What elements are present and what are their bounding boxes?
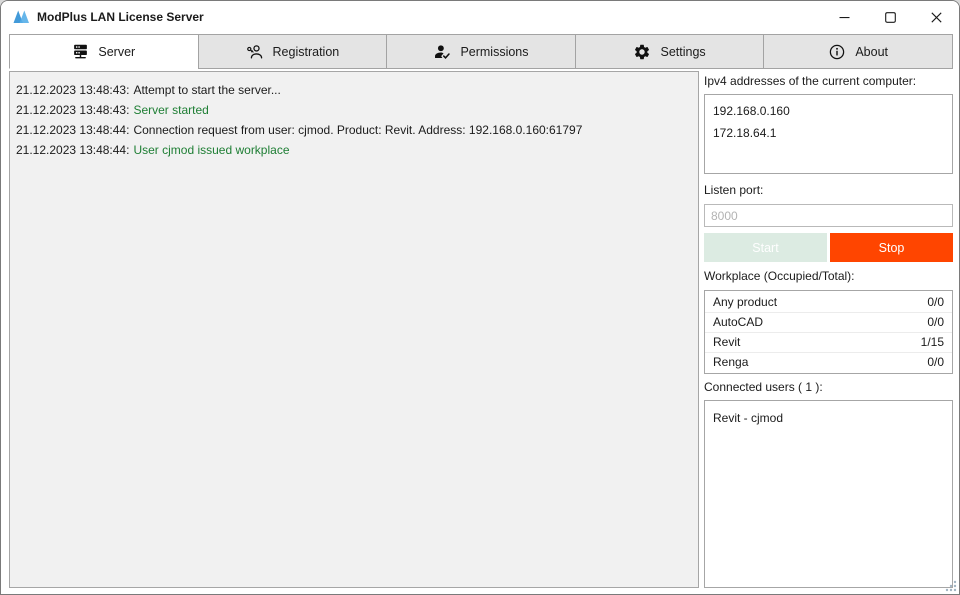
window-title: ModPlus LAN License Server <box>37 10 204 24</box>
minimize-button[interactable] <box>821 1 867 33</box>
listen-port-label: Listen port: <box>704 183 953 197</box>
ipv4-list[interactable]: 192.168.0.160 172.18.64.1 <box>704 94 953 174</box>
connected-users-label: Connected users ( 1 ): <box>704 380 953 394</box>
log-message: Server started <box>133 103 208 117</box>
server-log[interactable]: 21.12.2023 13:48:43: Attempt to start the… <box>9 71 699 588</box>
minimize-icon <box>839 12 850 23</box>
workplace-count: 0/0 <box>927 353 944 372</box>
maximize-button[interactable] <box>867 1 913 33</box>
tab-bar: Server Registration Permissions Settin <box>9 34 953 69</box>
start-button[interactable]: Start <box>704 233 827 262</box>
log-entry: 21.12.2023 13:48:43: Attempt to start the… <box>16 80 692 100</box>
log-timestamp: 21.12.2023 13:48:43: <box>16 83 129 97</box>
ipv4-address-item[interactable]: 172.18.64.1 <box>713 122 944 144</box>
tab-about-label: About <box>855 45 888 59</box>
tab-registration-label: Registration <box>273 45 340 59</box>
stop-button[interactable]: Stop <box>830 233 953 262</box>
gear-icon <box>633 43 651 61</box>
listen-port-input[interactable] <box>704 204 953 227</box>
workplace-product: Renga <box>713 353 748 372</box>
title-bar: ModPlus LAN License Server <box>1 1 959 33</box>
key-person-icon <box>246 43 264 61</box>
ipv4-label: Ipv4 addresses of the current computer: <box>704 74 953 88</box>
log-entry: 21.12.2023 13:48:44: User cjmod issued wo… <box>16 140 692 160</box>
tab-about[interactable]: About <box>763 34 953 69</box>
maximize-icon <box>885 12 896 23</box>
log-timestamp: 21.12.2023 13:48:43: <box>16 103 129 117</box>
workplace-row[interactable]: Any product 0/0 <box>705 293 952 313</box>
info-icon <box>828 43 846 61</box>
close-button[interactable] <box>913 1 959 33</box>
log-timestamp: 21.12.2023 13:48:44: <box>16 123 129 137</box>
modplus-logo-icon <box>13 9 30 24</box>
log-entry: 21.12.2023 13:48:44: Connection request f… <box>16 120 692 140</box>
workplace-count: 0/0 <box>927 313 944 332</box>
tab-settings[interactable]: Settings <box>575 34 765 69</box>
person-check-icon <box>433 43 451 61</box>
connected-user-item[interactable]: Revit - cjmod <box>713 408 944 428</box>
log-entry: 21.12.2023 13:48:43: Server started <box>16 100 692 120</box>
log-message: Connection request from user: cjmod. Pro… <box>133 123 582 137</box>
workplace-product: AutoCAD <box>713 313 763 332</box>
workplace-label: Workplace (Occupied/Total): <box>704 269 953 283</box>
tab-permissions-label: Permissions <box>460 45 528 59</box>
connected-users-list[interactable]: Revit - cjmod <box>704 400 953 588</box>
server-control-buttons: Start Stop <box>704 233 953 262</box>
workplace-table[interactable]: Any product 0/0 AutoCAD 0/0 Revit 1/15 R… <box>704 290 953 374</box>
app-window: ModPlus LAN License Server <box>0 0 960 595</box>
workplace-product: Any product <box>713 293 777 312</box>
tab-server-label: Server <box>98 45 135 59</box>
workplace-row[interactable]: AutoCAD 0/0 <box>705 313 952 333</box>
workplace-product: Revit <box>713 333 740 352</box>
resize-grip-icon[interactable] <box>943 578 957 592</box>
tab-settings-label: Settings <box>660 45 705 59</box>
workplace-count: 1/15 <box>921 333 944 352</box>
log-message: Attempt to start the server... <box>133 83 280 97</box>
server-icon <box>72 43 89 60</box>
window-controls <box>821 1 959 33</box>
workplace-row[interactable]: Revit 1/15 <box>705 333 952 353</box>
log-message: User cjmod issued workplace <box>133 143 289 157</box>
tab-registration[interactable]: Registration <box>198 34 388 69</box>
tab-permissions[interactable]: Permissions <box>386 34 576 69</box>
close-icon <box>931 12 942 23</box>
tab-server[interactable]: Server <box>9 34 199 69</box>
workplace-row[interactable]: Renga 0/0 <box>705 353 952 372</box>
ipv4-address-item[interactable]: 192.168.0.160 <box>713 100 944 122</box>
workplace-count: 0/0 <box>927 293 944 312</box>
log-timestamp: 21.12.2023 13:48:44: <box>16 143 129 157</box>
